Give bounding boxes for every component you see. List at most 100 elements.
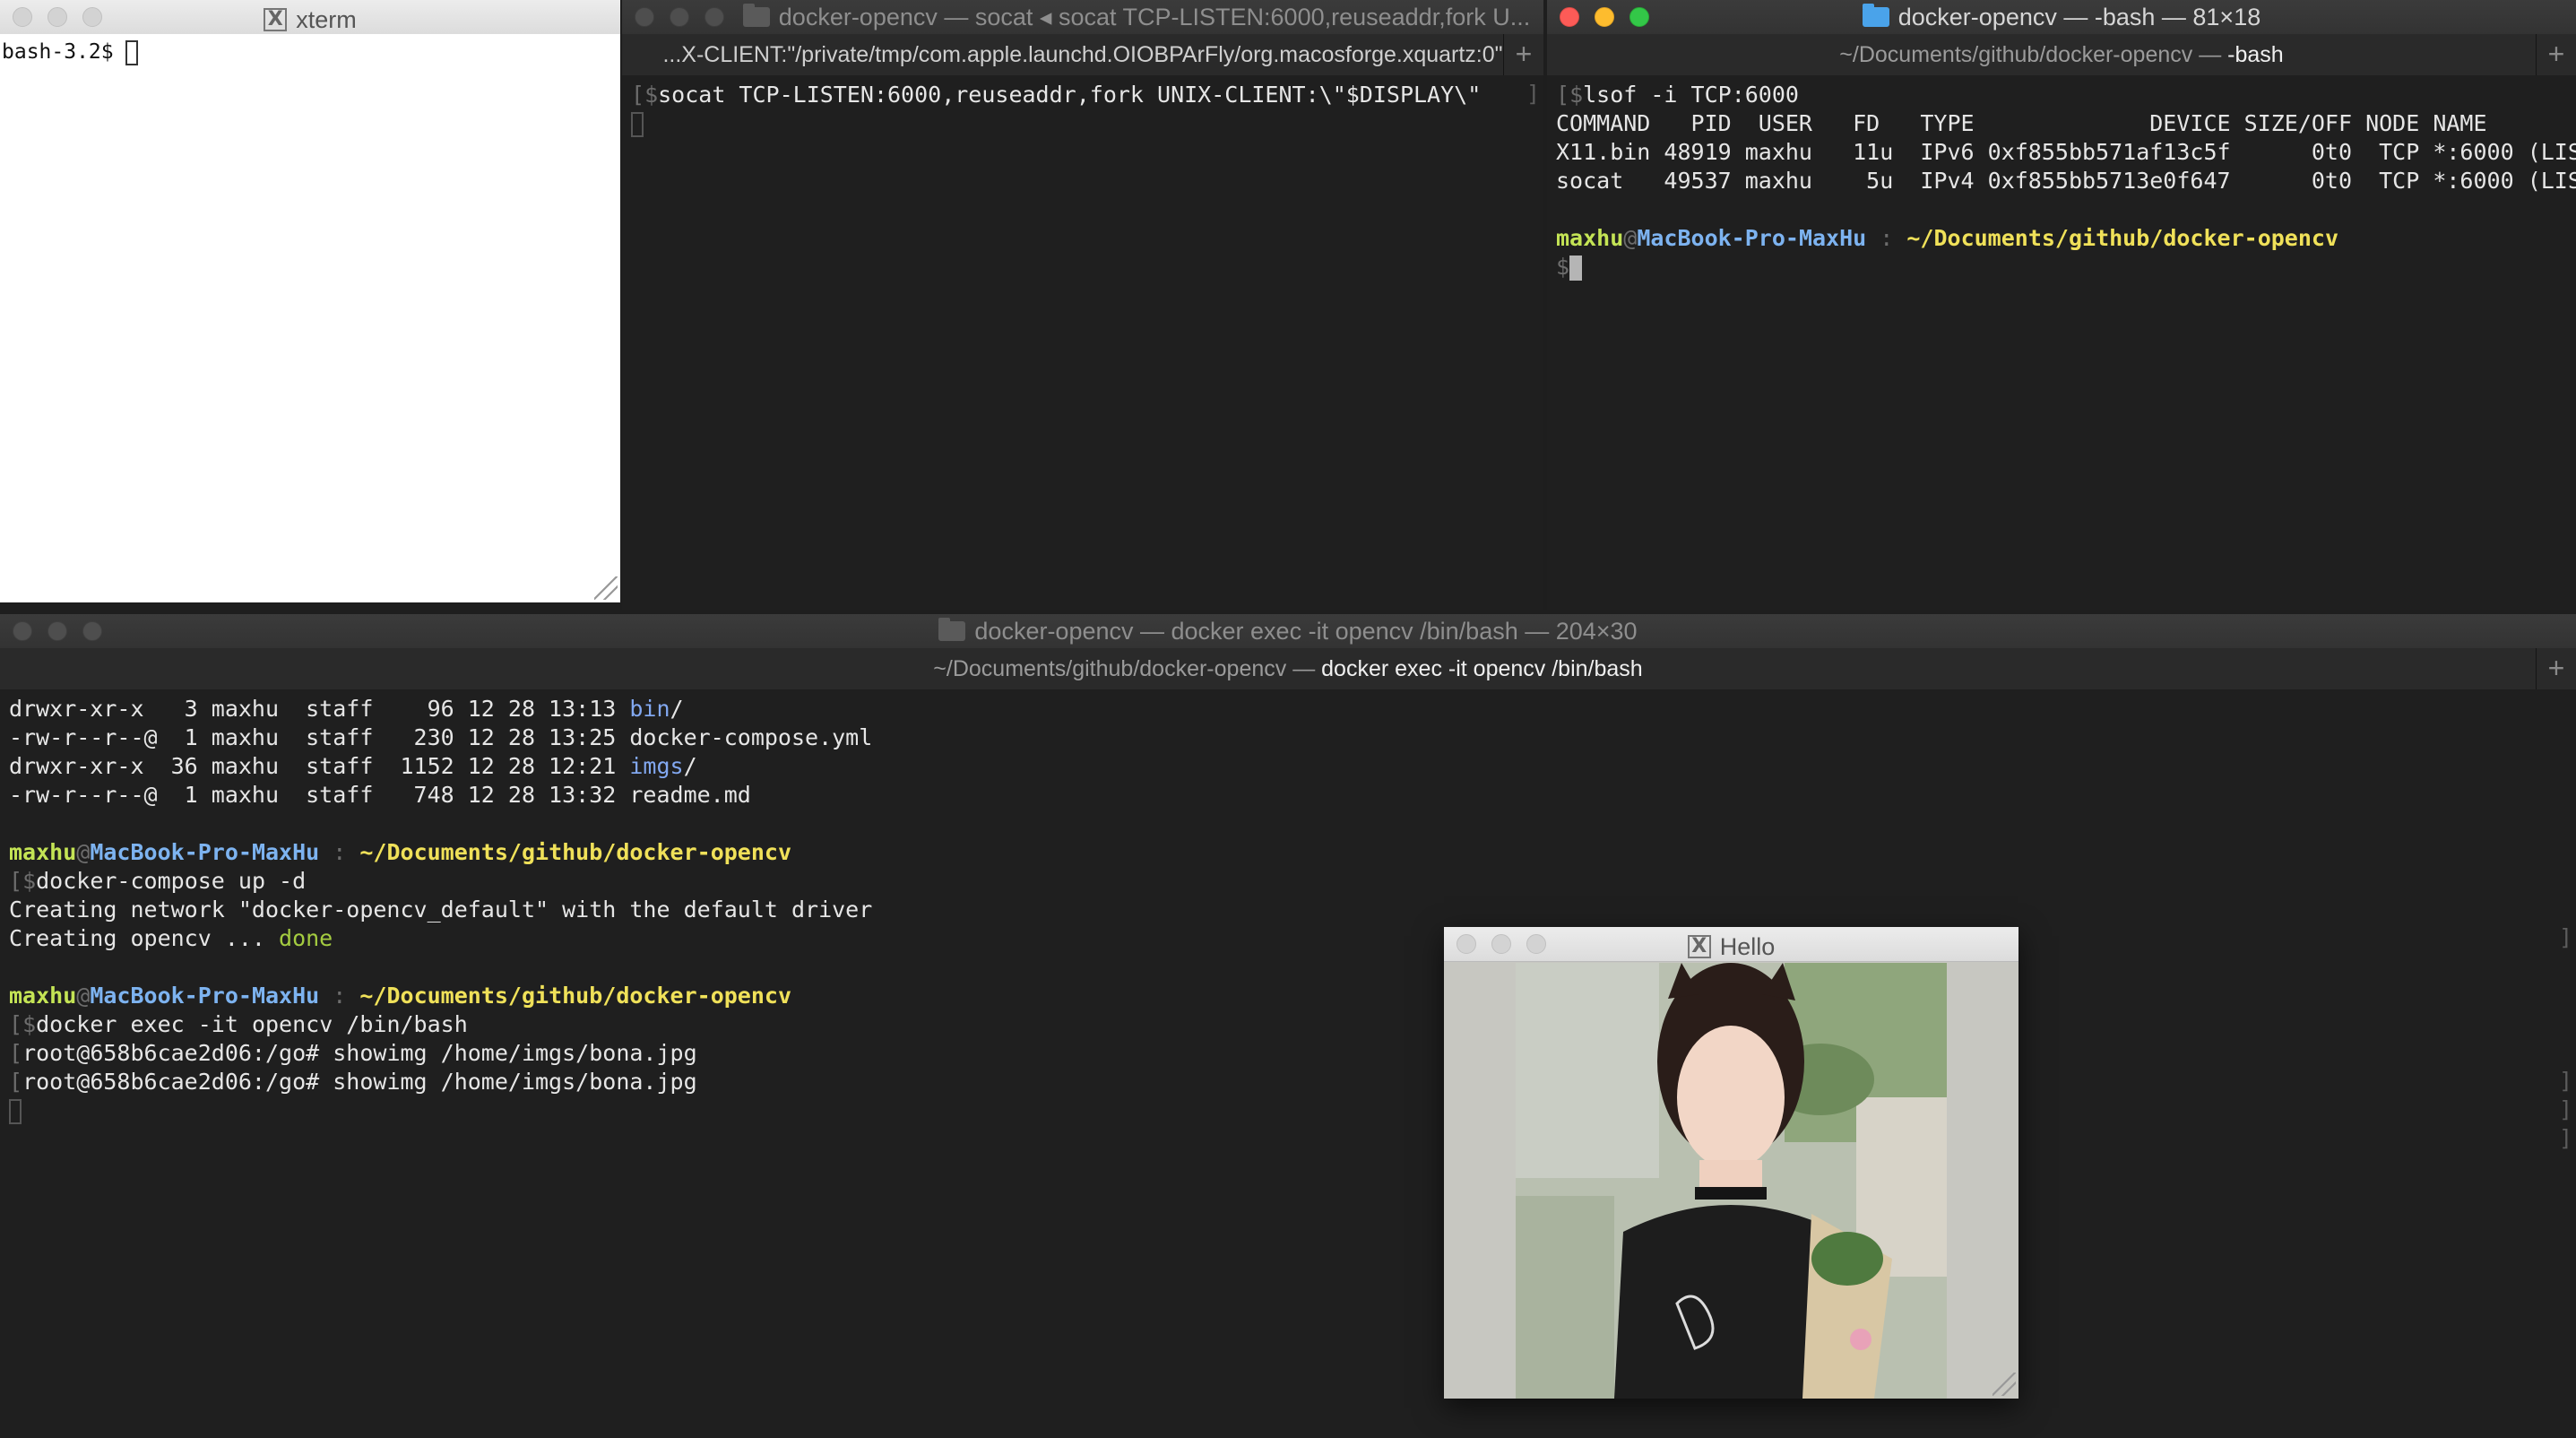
xterm-titlebar[interactable]: X xterm	[0, 0, 620, 35]
prompt-host: MacBook-Pro-MaxHu	[1637, 225, 1867, 251]
docker-exec-terminal-content[interactable]: drwxr-xr-x 3 maxhu staff 96 12 28 13:13 …	[0, 689, 2576, 1438]
xterm-prompt-line: bash-3.2$	[2, 38, 618, 66]
text-cursor	[125, 39, 139, 65]
command-line: [$lsof -i TCP:6000	[1556, 82, 1799, 108]
output-line: Creating network "docker-opencv_default"…	[9, 897, 873, 923]
zoom-button[interactable]	[1526, 934, 1546, 954]
zoom-button[interactable]	[82, 7, 102, 27]
minimize-button[interactable]	[1595, 7, 1614, 27]
window-title: xterm	[296, 6, 357, 33]
line-marker: ]	[2558, 924, 2572, 950]
listing-row: -rw-r--r--@ 1 maxhu staff 230 12 28 13:2…	[9, 724, 873, 750]
tab-bash[interactable]: ~/Documents/github/docker-opencv — -bash…	[1547, 34, 2576, 76]
socat-command: socat TCP-LISTEN:6000,reuseaddr,fork UNI…	[658, 82, 1482, 108]
lsof-header: COMMAND PID USER FD TYPE DEVICE SIZE/OFF…	[1556, 110, 2487, 136]
tab-process: -bash	[2227, 42, 2284, 67]
line-marker: ]	[2558, 1096, 2572, 1122]
text-cursor	[9, 1099, 22, 1124]
bash-terminal-window[interactable]: docker-opencv — -bash — 81×18 ~/Document…	[1547, 0, 2576, 610]
new-tab-plus-icon[interactable]: +	[2536, 648, 2576, 689]
folder-icon	[1862, 4, 1889, 27]
photo	[1516, 963, 1947, 1399]
tab-path: ~/Documents/github/docker-opencv —	[933, 656, 1322, 681]
close-button[interactable]	[635, 7, 654, 27]
photo-illustration	[1516, 963, 1947, 1399]
new-tab-plus-icon[interactable]: +	[2536, 34, 2576, 75]
zoom-button[interactable]	[1629, 7, 1649, 27]
prompt-symbol: $	[1556, 254, 1570, 280]
lsof-row: socat 49537 maxhu 5u IPv4 0xf855bb5713e0…	[1556, 168, 2576, 194]
window-controls	[635, 0, 724, 34]
zoom-button[interactable]	[705, 7, 724, 27]
hello-image-window[interactable]: X Hello	[1444, 927, 2018, 1399]
close-button[interactable]	[13, 7, 32, 27]
resize-grip-icon[interactable]	[594, 576, 618, 600]
line-marker: ]	[1526, 81, 1540, 107]
line-marker: ]	[2558, 1068, 2572, 1094]
resize-grip-icon[interactable]	[1993, 1373, 2016, 1396]
folder-icon	[742, 4, 770, 27]
root-command-line: [root@658b6cae2d06:/go# showimg /home/im…	[9, 1040, 697, 1066]
window-controls	[1457, 927, 1546, 961]
prompt-path: ~/Documents/github/docker-opencv	[1906, 225, 2338, 251]
cursor-line	[631, 109, 1534, 138]
prompt-line: maxhu@MacBook-Pro-MaxHu : ~/Documents/gi…	[9, 983, 791, 1009]
listing-row: -rw-r--r--@ 1 maxhu staff 748 12 28 13:3…	[9, 782, 751, 808]
cursor-line	[9, 1096, 2567, 1125]
window-controls	[13, 614, 102, 648]
lsof-row: X11.bin 48919 maxhu 11u IPv6 0xf855bb571…	[1556, 139, 2576, 165]
prompt-user: maxhu	[1556, 225, 1624, 251]
x11-icon: X	[264, 8, 288, 31]
close-button[interactable]	[13, 621, 32, 641]
output-line: Creating opencv ... done	[9, 925, 333, 951]
minimize-button[interactable]	[670, 7, 689, 27]
window-title: docker-opencv — socat ◂ socat TCP-LISTEN…	[778, 4, 1531, 30]
xterm-window[interactable]: X xterm bash-3.2$	[0, 0, 620, 602]
tab-docker-exec[interactable]: ~/Documents/github/docker-opencv — docke…	[0, 648, 2576, 690]
socat-titlebar[interactable]: docker-opencv — socat ◂ socat TCP-LISTEN…	[622, 0, 1543, 35]
command-line: [$docker-compose up -d	[9, 868, 307, 894]
docker-exec-terminal-window[interactable]: docker-opencv — docker exec -it opencv /…	[0, 614, 2576, 1438]
root-command-line: [root@658b6cae2d06:/go# showimg /home/im…	[9, 1069, 697, 1095]
text-cursor	[1569, 256, 1583, 281]
command-line: [$docker exec -it opencv /bin/bash	[9, 1011, 468, 1037]
minimize-button[interactable]	[48, 621, 67, 641]
tab-path: ~/Documents/github/docker-opencv —	[1839, 42, 2228, 67]
text-cursor	[631, 112, 644, 137]
minimize-button[interactable]	[48, 7, 67, 27]
xterm-prompt: bash-3.2$	[2, 40, 126, 64]
x11-icon: X	[1687, 935, 1711, 958]
lsof-command: lsof -i TCP:6000	[1583, 82, 1799, 108]
window-title: docker-opencv — -bash — 81×18	[1897, 4, 2261, 30]
tab-process: docker exec -it opencv /bin/bash	[1321, 656, 1643, 681]
window-controls	[1560, 0, 1649, 34]
tab-label: ...X-CLIENT:"/private/tmp/com.apple.laun…	[662, 42, 1503, 67]
listing-row: drwxr-xr-x 3 maxhu staff 96 12 28 13:13 …	[9, 696, 684, 722]
minimize-button[interactable]	[1491, 934, 1511, 954]
close-button[interactable]	[1457, 934, 1476, 954]
window-controls	[13, 0, 102, 34]
zoom-button[interactable]	[82, 621, 102, 641]
window-title: docker-opencv — docker exec -it opencv /…	[974, 618, 1638, 645]
socat-terminal-content[interactable]: [$socat TCP-LISTEN:6000,reuseaddr,fork U…	[622, 75, 1543, 610]
docker-exec-titlebar[interactable]: docker-opencv — docker exec -it opencv /…	[0, 614, 2576, 649]
hello-titlebar[interactable]: X Hello	[1444, 927, 2018, 962]
prompt-at: @	[1623, 225, 1638, 251]
tab-socat[interactable]: ...X-CLIENT:"/private/tmp/com.apple.laun…	[622, 34, 1543, 76]
new-tab-plus-icon[interactable]: +	[1503, 34, 1543, 75]
prompt-line: maxhu@MacBook-Pro-MaxHu : ~/Documents/gi…	[9, 839, 791, 865]
bash-titlebar[interactable]: docker-opencv — -bash — 81×18	[1547, 0, 2576, 35]
socat-terminal-window[interactable]: docker-opencv — socat ◂ socat TCP-LISTEN…	[622, 0, 1543, 610]
command-line: [$socat TCP-LISTEN:6000,reuseaddr,fork U…	[631, 82, 1482, 108]
window-title: Hello	[1719, 933, 1776, 960]
prompt-line: maxhu@MacBook-Pro-MaxHu : ~/Documents/gi…	[1556, 224, 2567, 253]
line-marker: ]	[2558, 1125, 2572, 1151]
bash-terminal-content[interactable]: [$lsof -i TCP:6000 COMMAND PID USER FD T…	[1547, 75, 2576, 610]
folder-icon	[938, 618, 966, 641]
xterm-content[interactable]: bash-3.2$	[0, 34, 620, 602]
prompt-input-line: $	[1556, 253, 2567, 282]
close-button[interactable]	[1560, 7, 1579, 27]
